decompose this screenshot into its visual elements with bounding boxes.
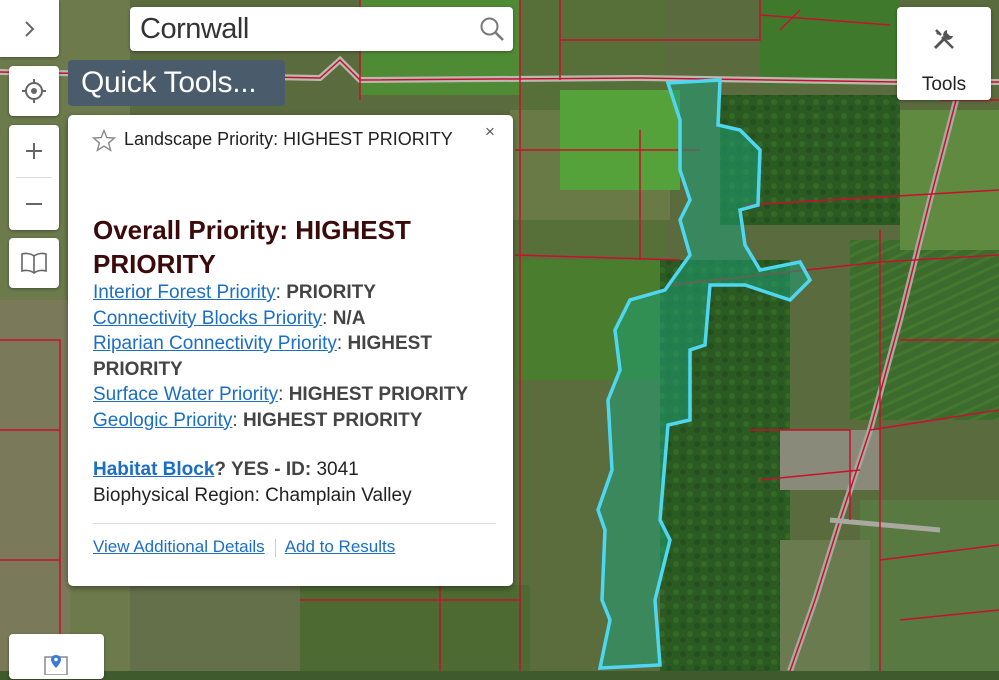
map-pin-icon — [44, 653, 68, 680]
priority-rows: Interior Forest Priority: PRIORITY Conne… — [93, 280, 503, 433]
legend-button[interactable] — [9, 238, 59, 288]
tools-label: Tools — [921, 74, 967, 95]
biophysical-region: Biophysical Region: Champlain Valley — [93, 485, 412, 506]
view-details-link[interactable]: View Additional Details — [93, 537, 265, 556]
priority-value: N/A — [332, 307, 366, 329]
overall-priority-title: Overall Priority: HIGHEST PRIORITY — [93, 215, 411, 279]
priority-row: Interior Forest Priority: PRIORITY — [93, 282, 376, 303]
chevron-right-icon — [23, 20, 37, 38]
book-icon — [20, 252, 48, 274]
expand-panel-button[interactable] — [0, 0, 59, 57]
popup-divider — [93, 523, 496, 524]
priority-row: Riparian Connectivity Priority: HIGHEST … — [93, 333, 432, 380]
priority-row: Geologic Priority: HIGHEST PRIORITY — [93, 409, 423, 431]
info-popup: × Landscape Priority: HIGHEST PRIORITY O… — [68, 115, 513, 586]
priority-row: Connectivity Blocks Priority: N/A — [93, 307, 366, 329]
quick-tools-button[interactable]: Quick Tools... — [68, 60, 285, 106]
habitat-block-info: Habitat Block? YES - ID: 3041 Biophysica… — [93, 457, 493, 509]
search-bar — [130, 7, 513, 51]
tools-button[interactable]: Tools — [897, 7, 991, 100]
locate-icon — [21, 78, 47, 104]
priority-row: Surface Water Priority: HIGHEST PRIORITY — [93, 384, 469, 405]
tools-icon — [932, 27, 956, 56]
habitat-id: 3041 — [316, 459, 359, 480]
habitat-answer: ? YES - ID: — [214, 459, 312, 480]
location-marker-button[interactable] — [9, 634, 104, 679]
geologic-link[interactable]: Geologic Priority — [93, 410, 232, 431]
priority-value: HIGHEST PRIORITY — [242, 409, 423, 431]
priority-value: PRIORITY — [286, 282, 376, 303]
habitat-block-link[interactable]: Habitat Block — [93, 459, 214, 480]
action-separator — [274, 538, 276, 557]
zoom-controls — [9, 125, 59, 230]
zoom-in-button[interactable] — [9, 125, 59, 177]
priority-value: HIGHEST PRIORITY — [288, 384, 469, 405]
add-to-results-link[interactable]: Add to Results — [285, 537, 396, 556]
minus-icon — [24, 194, 44, 214]
locate-button[interactable] — [9, 66, 59, 116]
star-icon[interactable] — [91, 128, 117, 157]
connectivity-blocks-link[interactable]: Connectivity Blocks Priority — [93, 308, 322, 329]
popup-actions: View Additional Details Add to Results — [93, 537, 395, 557]
search-input[interactable] — [138, 11, 472, 47]
interior-forest-link[interactable]: Interior Forest Priority — [93, 282, 276, 303]
popup-header: Landscape Priority: HIGHEST PRIORITY — [91, 127, 472, 152]
plus-icon — [24, 141, 44, 161]
zoom-out-button[interactable] — [9, 178, 59, 230]
riparian-connectivity-link[interactable]: Riparian Connectivity Priority — [93, 333, 337, 354]
search-icon[interactable] — [479, 16, 505, 47]
surface-water-link[interactable]: Surface Water Priority — [93, 384, 278, 405]
close-icon[interactable]: × — [485, 122, 495, 142]
popup-header-text: Landscape Priority: HIGHEST PRIORITY — [124, 129, 453, 149]
